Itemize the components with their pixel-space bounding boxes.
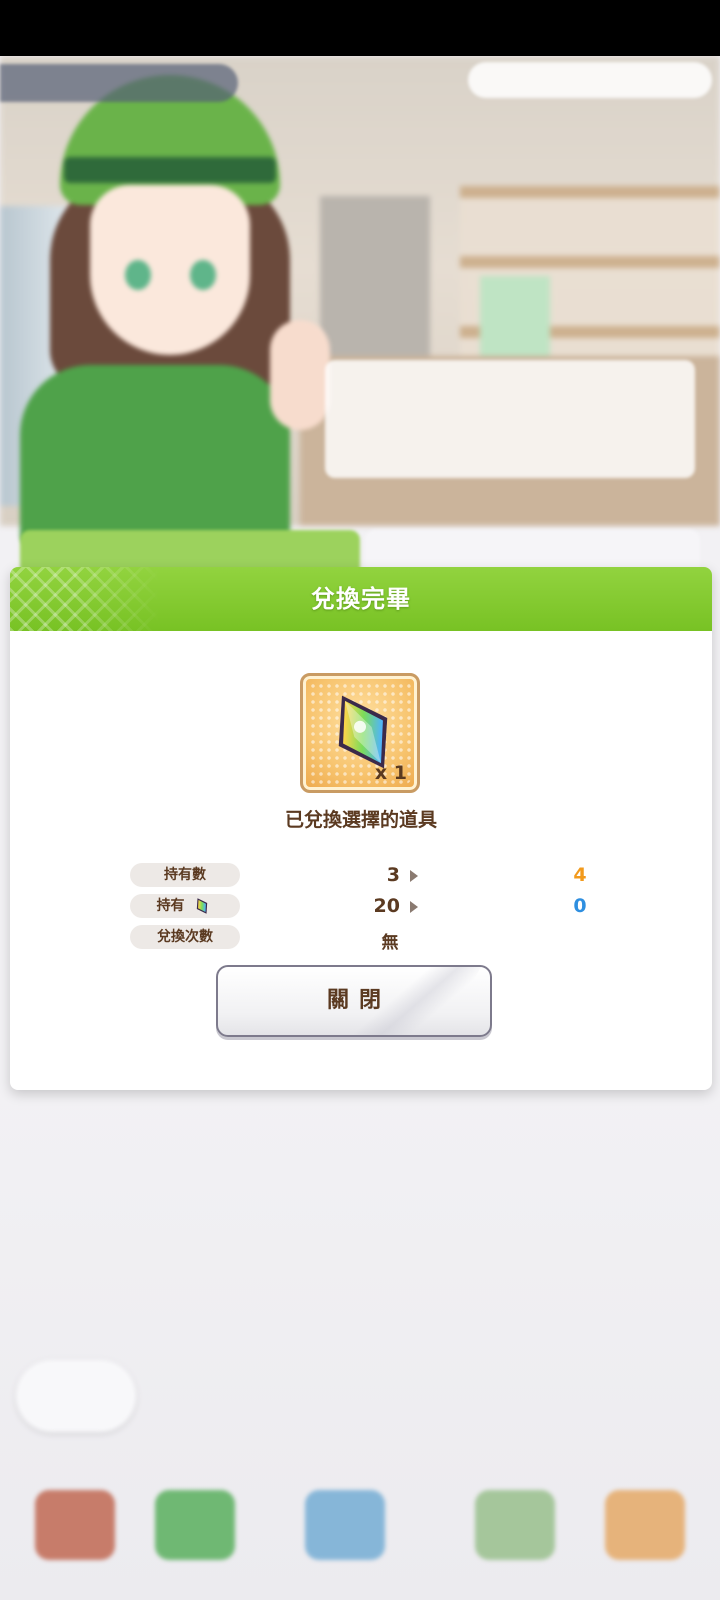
nav-item-1 — [20, 1490, 130, 1590]
stat-before-value: 3 — [386, 864, 400, 886]
close-button[interactable]: 關閉 — [216, 965, 492, 1037]
rainbow-gem-icon — [197, 898, 208, 914]
close-button-label: 關閉 — [326, 988, 391, 1013]
nav-item-image — [475, 1490, 555, 1560]
nav-item-image — [35, 1490, 115, 1560]
arrow-right-icon — [410, 901, 418, 913]
exchange-complete-dialog: 兌換完畢 x 1 已兌換選擇的道具 持有數 3 4 持有 20 0 兌換次數 無… — [10, 567, 712, 1090]
dialog-title: 兌換完畢 — [311, 585, 411, 613]
nav-item-2 — [140, 1490, 250, 1590]
stat-label: 持有數 — [130, 863, 240, 887]
item-quantity: x 1 — [374, 762, 407, 784]
back-button — [16, 1360, 136, 1432]
stat-value: 無 — [381, 933, 399, 953]
stat-label: 兌換次數 — [130, 925, 240, 949]
bottom-navigation — [0, 1470, 720, 1600]
speech-bubble — [325, 360, 695, 478]
stat-row-owned: 持有數 3 4 — [130, 860, 630, 890]
stat-row-exchange-count: 兌換次數 無 — [130, 922, 630, 953]
currency-bar — [468, 62, 712, 98]
stat-after-value: 0 — [573, 895, 587, 917]
stat-after-value: 4 — [573, 864, 587, 886]
item-reward-card: x 1 — [300, 673, 420, 793]
nav-item-image — [605, 1490, 685, 1560]
arrow-right-icon — [410, 870, 418, 882]
stat-label-with-icon: 持有 — [130, 894, 240, 918]
shopkeeper-character — [20, 75, 330, 545]
status-bar — [0, 0, 720, 56]
exchange-message: 已兌換選擇的道具 — [284, 809, 437, 831]
nav-item-image — [305, 1490, 385, 1560]
stats-table: 持有數 3 4 持有 20 0 兌換次數 無 — [130, 860, 630, 953]
location-tag — [0, 64, 238, 102]
nav-item-5 — [590, 1490, 700, 1590]
shop-poster — [480, 276, 550, 366]
nav-item-image — [155, 1490, 235, 1560]
dialog-header: 兌換完畢 — [10, 567, 712, 631]
stat-label: 持有 — [156, 898, 185, 914]
nav-item-3 — [290, 1490, 400, 1590]
nav-item-4 — [460, 1490, 570, 1590]
stat-row-currency: 持有 20 0 — [130, 891, 630, 921]
stat-before-value: 20 — [373, 895, 400, 917]
